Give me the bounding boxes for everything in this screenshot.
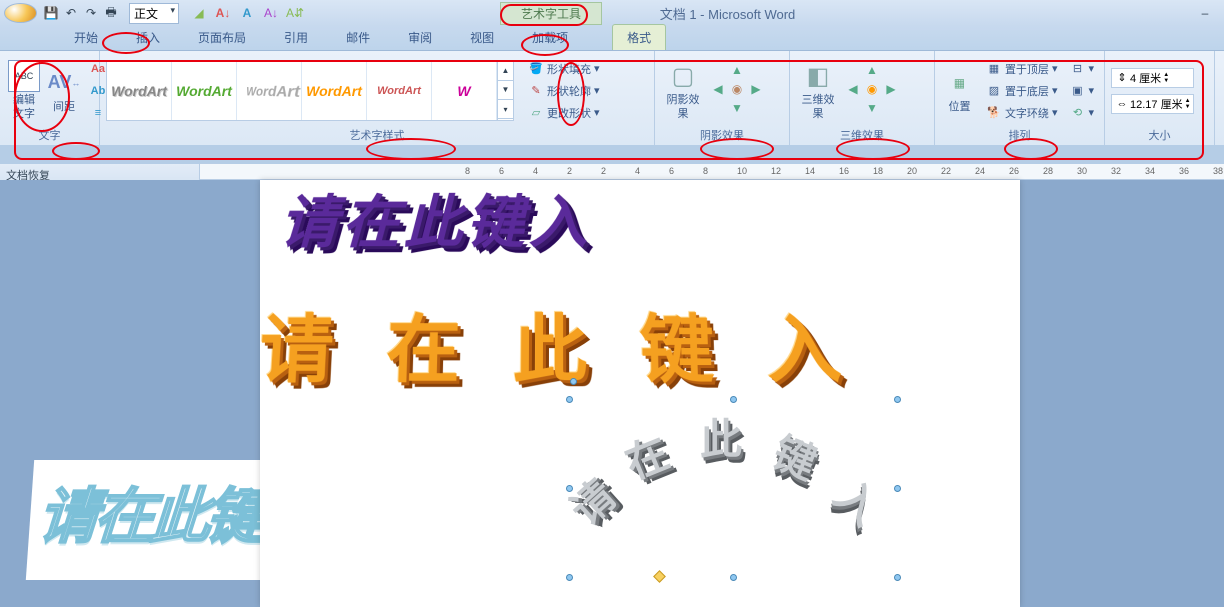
- office-button[interactable]: [4, 3, 37, 23]
- shadow-nudge-right[interactable]: ▶: [747, 82, 765, 100]
- 3d-toggle[interactable]: ◉: [863, 82, 881, 100]
- shape-icon: ▱: [528, 105, 544, 121]
- gallery-more-button[interactable]: ▾: [498, 100, 513, 119]
- shadow-toggle[interactable]: ◉: [728, 82, 746, 100]
- wordart-style-2[interactable]: WordArt: [172, 62, 237, 120]
- width-input[interactable]: ⇔ 12.17 厘米 ▲▼: [1111, 94, 1194, 114]
- format-icon-1[interactable]: ◢: [189, 4, 209, 22]
- styles-group-label: 艺术字样式: [106, 126, 648, 143]
- minimize-button[interactable]: –: [1190, 6, 1220, 20]
- height-icon: ⇕: [1114, 70, 1130, 86]
- tab-addins[interactable]: 加载项: [518, 25, 582, 50]
- wrap-icon: 🐕: [986, 105, 1002, 121]
- gallery-up-button[interactable]: ▲: [498, 62, 513, 81]
- align-icon: ⊟: [1069, 61, 1085, 77]
- save-icon[interactable]: 💾: [43, 5, 59, 21]
- wordart-style-3[interactable]: WordArt: [237, 62, 302, 120]
- height-input[interactable]: ⇕ 4 厘米 ▲▼: [1111, 68, 1194, 88]
- tab-home[interactable]: 开始: [60, 25, 112, 50]
- print-icon[interactable]: 🖶: [103, 5, 119, 21]
- change-shape-button[interactable]: ▱更改形状 ▾: [524, 103, 604, 123]
- tab-page-layout[interactable]: 页面布局: [184, 25, 260, 50]
- shadow-group-label: 阴影效果: [661, 126, 783, 143]
- 3d-tilt-right[interactable]: ▶: [882, 82, 900, 100]
- wordart-style-4[interactable]: WordArt: [302, 62, 367, 120]
- bring-to-front-button[interactable]: ▦置于顶层 ▾: [982, 59, 1062, 79]
- shadow-effects-button[interactable]: ▢ 阴影效果: [661, 58, 705, 122]
- spacing-button[interactable]: AV↔ 间距: [46, 65, 82, 116]
- shape-outline-button[interactable]: ✎形状轮廓 ▾: [524, 81, 604, 101]
- group-button[interactable]: ▣▾: [1065, 81, 1098, 101]
- resize-handle-e[interactable]: [894, 485, 901, 492]
- 3d-tilt-up[interactable]: ▲: [863, 63, 881, 81]
- resize-handle-se[interactable]: [894, 574, 901, 581]
- position-button[interactable]: ▦ 位置: [941, 65, 978, 116]
- horizontal-ruler[interactable]: 8642246810121416182022242628303234363840…: [200, 164, 1224, 180]
- rotate-button[interactable]: ⟲▾: [1065, 103, 1098, 123]
- resize-handle-extra[interactable]: [570, 378, 577, 385]
- arrange-group-label: 排列: [941, 126, 1098, 143]
- redo-icon[interactable]: ↷: [83, 5, 99, 21]
- resize-handle-nw[interactable]: [566, 396, 573, 403]
- send-to-back-button[interactable]: ▨置于底层 ▾: [982, 81, 1062, 101]
- ribbon: ABC 编辑文字 AV↔ 间距 Aa Ab ≡ 文字 WordArt WordA…: [0, 50, 1224, 145]
- resize-handle-n[interactable]: [730, 396, 737, 403]
- tab-format[interactable]: 格式: [612, 24, 666, 50]
- document-page[interactable]: 请在此键入 请 在 此 键 入 请 在 此 键 入: [260, 180, 1020, 607]
- shadow-nudge-up[interactable]: ▲: [728, 63, 746, 81]
- contextual-tab-label: 艺术字工具: [500, 2, 602, 25]
- tab-view[interactable]: 视图: [456, 25, 508, 50]
- gallery-down-button[interactable]: ▼: [498, 81, 513, 100]
- bucket-icon: 🪣: [528, 61, 544, 77]
- width-icon: ⇔: [1114, 96, 1130, 112]
- shape-fill-button[interactable]: 🪣形状填充 ▾: [524, 59, 604, 79]
- quick-access-toolbar: 💾 ↶ ↷ 🖶: [43, 5, 119, 21]
- tab-insert[interactable]: 插入: [122, 25, 174, 50]
- shadow-nudge-down[interactable]: ▼: [728, 101, 746, 119]
- ribbon-tabs: 开始 插入 页面布局 引用 邮件 审阅 视图 加载项 格式: [0, 26, 1224, 50]
- tab-references[interactable]: 引用: [270, 25, 322, 50]
- wordart-style-5[interactable]: WordArt: [367, 62, 432, 120]
- align-button[interactable]: ⊟▾: [1065, 59, 1098, 79]
- adjust-handle[interactable]: [653, 570, 666, 583]
- tab-mailings[interactable]: 邮件: [332, 25, 384, 50]
- resize-handle-ne[interactable]: [894, 396, 901, 403]
- edit-text-button[interactable]: ABC 编辑文字: [6, 58, 42, 122]
- undo-icon[interactable]: ↶: [63, 5, 79, 21]
- text-wrap-button[interactable]: 🐕文字环绕 ▾: [982, 103, 1062, 123]
- wordart-style-6[interactable]: W: [432, 62, 497, 120]
- wordart-style-gallery[interactable]: WordArt WordArt WordArt WordArt WordArt …: [106, 61, 514, 121]
- format-icon-3[interactable]: A: [237, 4, 257, 22]
- resize-handle-s[interactable]: [730, 574, 737, 581]
- wordart-orange[interactable]: 请 在 此 键 入: [260, 291, 860, 398]
- edit-text-icon: ABC: [8, 60, 40, 92]
- cube-icon: ◧: [802, 60, 834, 92]
- resize-handle-w[interactable]: [566, 485, 573, 492]
- wordart-style-1[interactable]: WordArt: [107, 62, 172, 120]
- rotate-icon: ⟲: [1069, 105, 1085, 121]
- 3d-group-label: 三维效果: [796, 126, 928, 143]
- position-icon: ▦: [943, 67, 975, 99]
- shadow-icon: ▢: [667, 60, 699, 92]
- 3d-effects-button[interactable]: ◧ 三维效果: [796, 58, 840, 122]
- window-title: 文档 1 - Microsoft Word: [265, 4, 1190, 23]
- spacing-icon: AV↔: [48, 67, 80, 99]
- pen-icon: ✎: [528, 83, 544, 99]
- wordart-silver[interactable]: 请 在 此 键 入: [570, 400, 900, 580]
- document-canvas[interactable]: 请在此键入 请在此键入 请 在 此 键 入 请 在 此 键 入: [0, 180, 1224, 607]
- style-selector[interactable]: 正文: [129, 3, 179, 24]
- size-group-label: 大小: [1111, 126, 1208, 143]
- format-icon-2[interactable]: A↓: [213, 4, 233, 22]
- text-group-label: 文字: [6, 126, 93, 143]
- front-icon: ▦: [986, 61, 1002, 77]
- group-icon: ▣: [1069, 83, 1085, 99]
- resize-handle-sw[interactable]: [566, 574, 573, 581]
- tab-review[interactable]: 审阅: [394, 25, 446, 50]
- shadow-nudge-left[interactable]: ◀: [709, 82, 727, 100]
- style-value: 正文: [134, 7, 158, 21]
- 3d-tilt-down[interactable]: ▼: [863, 101, 881, 119]
- wordart-purple[interactable]: 请在此键入: [278, 180, 593, 259]
- back-icon: ▨: [986, 83, 1002, 99]
- 3d-tilt-left[interactable]: ◀: [844, 82, 862, 100]
